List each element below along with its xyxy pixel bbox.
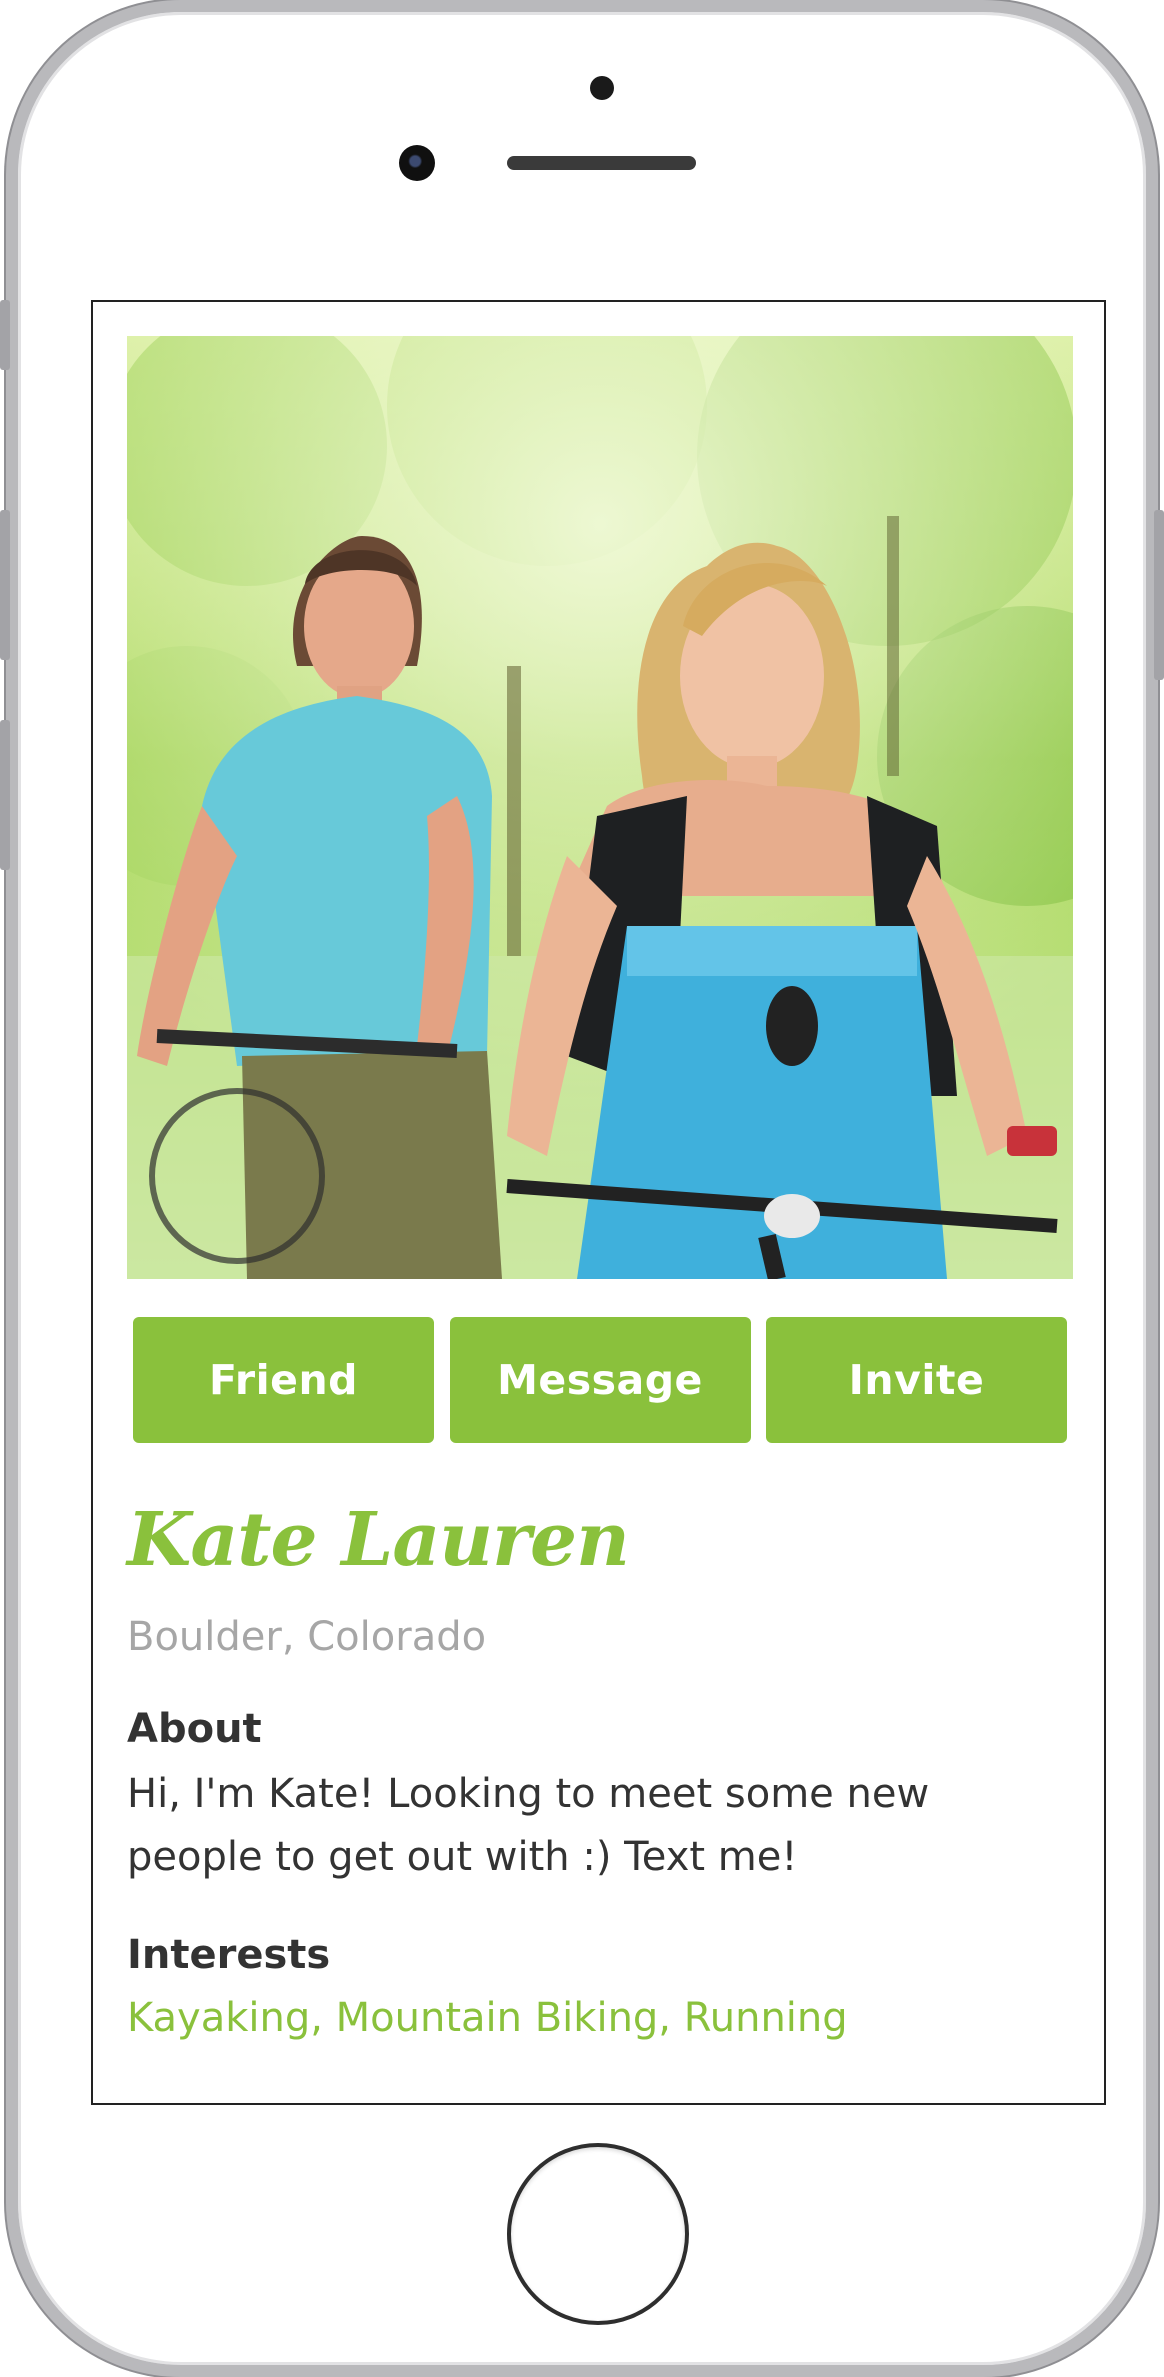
action-button-row: Friend Message Invite xyxy=(133,1317,1067,1443)
about-heading: About xyxy=(127,1706,262,1752)
phone-frame: Friend Message Invite Kate Lauren Boulde… xyxy=(6,0,1158,2377)
profile-screen: Friend Message Invite Kate Lauren Boulde… xyxy=(91,300,1106,2105)
volume-down-button xyxy=(0,720,10,870)
power-button xyxy=(1154,510,1164,680)
invite-button[interactable]: Invite xyxy=(766,1317,1067,1443)
profile-name: Kate Lauren xyxy=(127,1497,630,1583)
about-text: Hi, I'm Kate! Looking to meet some new p… xyxy=(127,1771,930,1880)
profile-location: Boulder, Colorado xyxy=(127,1614,487,1660)
mute-switch xyxy=(0,300,10,370)
front-camera xyxy=(399,145,435,181)
home-button[interactable] xyxy=(507,2143,689,2325)
profile-photo xyxy=(127,336,1073,1279)
interests-heading: Interests xyxy=(127,1932,331,1978)
volume-up-button xyxy=(0,510,10,660)
profile-photo-illustration xyxy=(127,336,1073,1279)
message-button[interactable]: Message xyxy=(449,1317,751,1443)
friend-button[interactable]: Friend xyxy=(133,1317,434,1443)
sensor-dot xyxy=(590,76,614,100)
interests-text: Kayaking, Mountain Biking, Running xyxy=(127,1995,848,2041)
earpiece-speaker xyxy=(507,156,696,170)
